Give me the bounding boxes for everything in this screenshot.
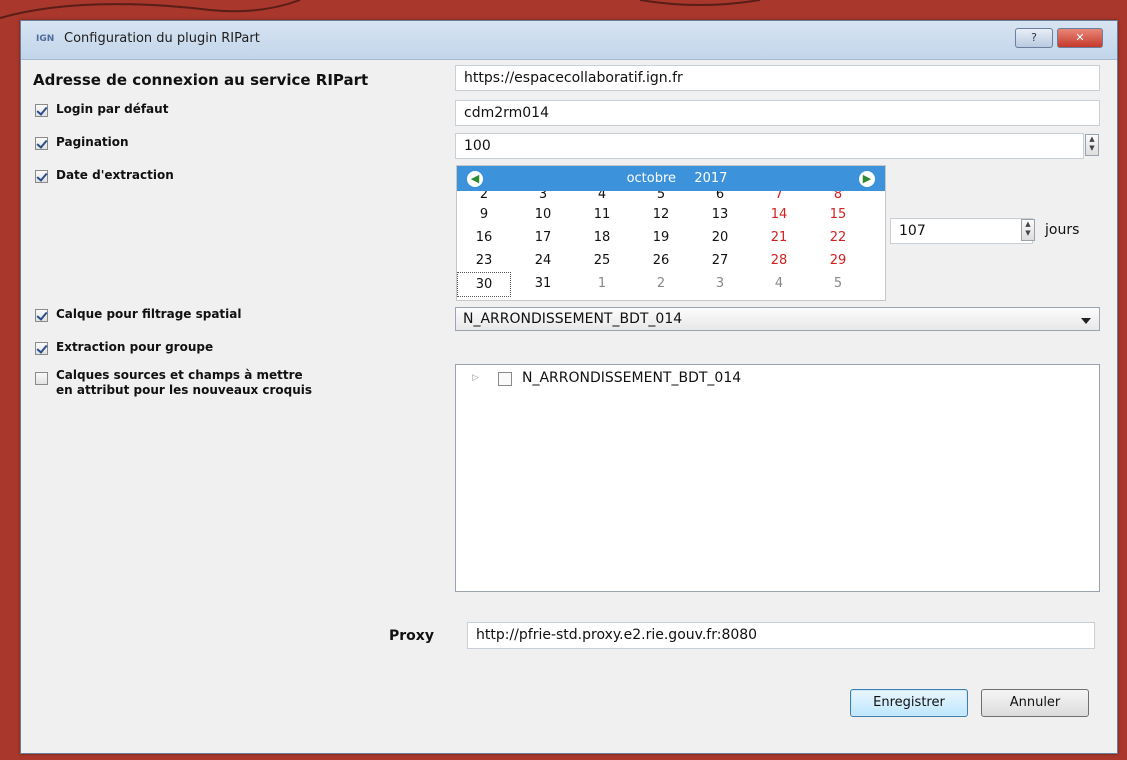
calendar-day[interactable]: 25 bbox=[575, 249, 629, 272]
calendar-day-weekend[interactable]: 21 bbox=[752, 226, 806, 249]
calendar-day[interactable]: 20 bbox=[693, 226, 747, 249]
year-selector[interactable]: 2017 bbox=[694, 171, 727, 186]
tree-item-label: N_ARRONDISSEMENT_BDT_014 bbox=[522, 370, 742, 386]
pagination-field[interactable]: 100 bbox=[455, 133, 1084, 159]
source-layers-checkbox[interactable] bbox=[35, 372, 48, 385]
days-field[interactable]: 107 bbox=[890, 218, 1033, 244]
login-field[interactable]: cdm2rm014 bbox=[455, 100, 1100, 126]
calendar-day[interactable]: 2 bbox=[457, 191, 511, 201]
save-button[interactable]: Enregistrer bbox=[850, 689, 968, 717]
calendar-day[interactable]: 10 bbox=[516, 203, 570, 226]
layer-filter-value: N_ARRONDISSEMENT_BDT_014 bbox=[463, 311, 683, 327]
calendar-day-next-month[interactable]: 4 bbox=[752, 272, 806, 295]
pagination-spinner[interactable]: ▲ ▼ bbox=[1085, 134, 1099, 156]
calendar-day-weekend[interactable]: 15 bbox=[811, 203, 865, 226]
tree-item-checkbox[interactable] bbox=[498, 372, 512, 386]
date-label: Date d'extraction bbox=[56, 168, 174, 182]
calendar-day-next-month[interactable]: 1 bbox=[575, 272, 629, 295]
days-spinner[interactable]: ▲ ▼ bbox=[1021, 219, 1035, 241]
window-title: Configuration du plugin RIPart bbox=[64, 31, 260, 46]
calendar-day-next-month[interactable]: 3 bbox=[693, 272, 747, 295]
group-extract-checkbox[interactable] bbox=[35, 342, 48, 355]
days-unit-label: jours bbox=[1045, 222, 1080, 238]
calendar-day-next-month[interactable]: 5 bbox=[811, 272, 865, 295]
calendar-day[interactable]: 11 bbox=[575, 203, 629, 226]
prev-month-icon[interactable]: ◀ bbox=[467, 171, 483, 187]
calendar-day[interactable]: 4 bbox=[575, 191, 629, 201]
calendar-day[interactable]: 5 bbox=[634, 191, 688, 201]
title-bar: IGN Configuration du plugin RIPart ? ✕ bbox=[21, 21, 1117, 60]
service-label: Adresse de connexion au service RIPart bbox=[33, 71, 369, 89]
calendar-day[interactable]: 26 bbox=[634, 249, 688, 272]
calendar-week-partial: 2 3 4 5 6 7 8 bbox=[457, 191, 885, 201]
calendar-day[interactable]: 9 bbox=[457, 203, 511, 226]
service-url-field[interactable]: https://espacecollaboratif.ign.fr bbox=[455, 65, 1100, 91]
proxy-label: Proxy bbox=[389, 628, 434, 644]
calendar-week: 23 24 25 26 27 28 29 bbox=[457, 249, 885, 272]
login-checkbox[interactable] bbox=[35, 104, 48, 117]
group-extract-label: Extraction pour groupe bbox=[56, 340, 214, 354]
source-layers-label-line1: Calques sources et champs à mettre bbox=[56, 368, 303, 382]
layer-filter-label: Calque pour filtrage spatial bbox=[56, 307, 242, 321]
calendar-day[interactable]: 17 bbox=[516, 226, 570, 249]
month-selector[interactable]: octobre bbox=[627, 171, 676, 186]
ign-logo: IGN bbox=[36, 34, 55, 44]
config-dialog: IGN Configuration du plugin RIPart ? ✕ A… bbox=[20, 20, 1118, 754]
calendar-day-next-month[interactable]: 2 bbox=[634, 272, 688, 295]
calendar-day-weekend[interactable]: 28 bbox=[752, 249, 806, 272]
calendar-title: octobre 2017 bbox=[607, 171, 747, 186]
layer-filter-select[interactable]: N_ARRONDISSEMENT_BDT_014 bbox=[455, 307, 1100, 331]
proxy-field[interactable]: http://pfrie-std.proxy.e2.rie.gouv.fr:80… bbox=[467, 622, 1095, 649]
calendar-day[interactable]: 24 bbox=[516, 249, 570, 272]
calendar-week: 30 31 1 2 3 4 5 bbox=[457, 272, 885, 297]
calendar-day[interactable]: 31 bbox=[516, 272, 570, 295]
calendar-day[interactable]: 16 bbox=[457, 226, 511, 249]
calendar-widget: ◀ octobre 2017 ▶ 2 3 4 5 6 7 8 9 10 11 1… bbox=[456, 165, 886, 301]
calendar-header: ◀ octobre 2017 ▶ bbox=[457, 166, 885, 191]
calendar-day-weekend[interactable]: 14 bbox=[752, 203, 806, 226]
calendar-day[interactable]: 3 bbox=[516, 191, 570, 201]
help-button[interactable]: ? bbox=[1015, 28, 1053, 48]
next-month-icon[interactable]: ▶ bbox=[859, 171, 875, 187]
layer-filter-checkbox[interactable] bbox=[35, 309, 48, 322]
close-button[interactable]: ✕ bbox=[1057, 28, 1103, 48]
calendar-day[interactable]: 27 bbox=[693, 249, 747, 272]
calendar-day-selected[interactable]: 30 bbox=[457, 272, 511, 297]
calendar-day[interactable]: 12 bbox=[634, 203, 688, 226]
calendar-day-weekend[interactable]: 29 bbox=[811, 249, 865, 272]
cancel-button[interactable]: Annuler bbox=[981, 689, 1089, 717]
calendar-week: 9 10 11 12 13 14 15 bbox=[457, 203, 885, 226]
pagination-checkbox[interactable] bbox=[35, 137, 48, 150]
calendar-day[interactable]: 13 bbox=[693, 203, 747, 226]
date-checkbox[interactable] bbox=[35, 170, 48, 183]
source-layers-label-line2: en attribut pour les nouveaux croquis bbox=[56, 383, 313, 397]
chevron-down-icon bbox=[1081, 318, 1091, 324]
calendar-day-weekend[interactable]: 7 bbox=[752, 191, 806, 201]
calendar-day[interactable]: 23 bbox=[457, 249, 511, 272]
expand-arrow-icon[interactable]: ▷ bbox=[472, 373, 479, 383]
calendar-week: 16 17 18 19 20 21 22 bbox=[457, 226, 885, 249]
pagination-label: Pagination bbox=[56, 135, 129, 149]
calendar-day-weekend[interactable]: 22 bbox=[811, 226, 865, 249]
calendar-day-weekend[interactable]: 8 bbox=[811, 191, 865, 201]
calendar-day[interactable]: 18 bbox=[575, 226, 629, 249]
login-label: Login par défaut bbox=[56, 102, 169, 116]
calendar-day[interactable]: 19 bbox=[634, 226, 688, 249]
calendar-day[interactable]: 6 bbox=[693, 191, 747, 201]
source-layers-tree: ▷ N_ARRONDISSEMENT_BDT_014 bbox=[455, 364, 1100, 592]
